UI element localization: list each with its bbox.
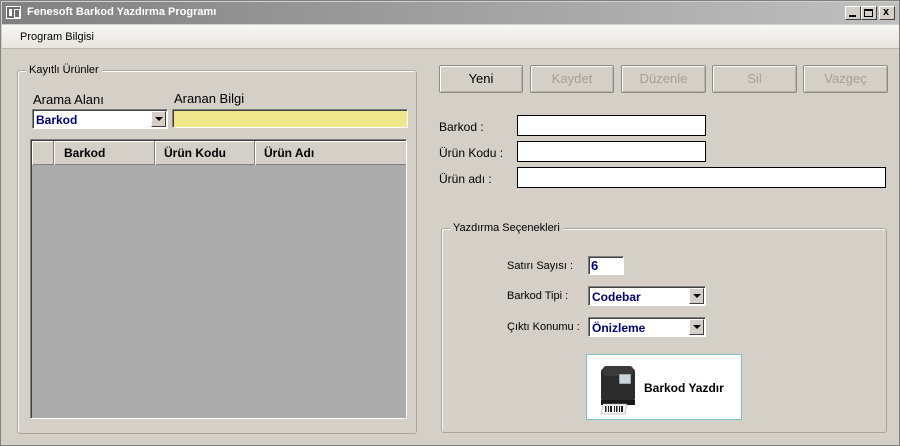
product-code-field-box	[517, 141, 706, 162]
output-select[interactable]: Önizleme	[588, 317, 706, 337]
window-title: Fenesoft Barkod Yazdırma Programı	[27, 6, 217, 18]
save-button[interactable]: Kaydet	[530, 65, 614, 93]
products-group-legend: Kayıtlı Ürünler	[26, 64, 102, 76]
product-name-label: Ürün adı :	[439, 172, 492, 186]
column-header-label: Ürün Kodu	[164, 146, 226, 160]
new-button[interactable]: Yeni	[439, 65, 523, 93]
menu-item-program-info[interactable]: Program Bilgisi	[20, 31, 94, 43]
product-code-label: Ürün Kodu :	[439, 146, 504, 160]
print-options-legend: Yazdırma Seçenekleri	[450, 222, 563, 234]
chevron-down-icon[interactable]	[151, 111, 166, 127]
maximize-button[interactable]	[861, 6, 877, 20]
products-table[interactable]: Barkod Ürün Kodu Ürün Adı	[30, 139, 407, 419]
minimize-button[interactable]	[845, 6, 861, 20]
title-bar[interactable]: Fenesoft Barkod Yazdırma Programı x	[2, 2, 899, 24]
column-header-label: Barkod	[64, 146, 106, 160]
product-name-field-box	[517, 167, 886, 188]
search-field-select-value: Barkod	[36, 113, 78, 127]
barcode-printer-icon	[600, 366, 635, 415]
column-header-product-name[interactable]: Ürün Adı	[255, 141, 406, 165]
column-header-barcode[interactable]: Barkod	[54, 141, 155, 165]
chevron-down-icon[interactable]	[689, 288, 704, 304]
line-count-field[interactable]	[589, 257, 623, 274]
main-window: Fenesoft Barkod Yazdırma Programı x Prog…	[0, 0, 900, 446]
line-count-field-box	[588, 256, 624, 275]
row-header-corner	[32, 141, 54, 165]
print-barcode-label: Barkod Yazdır	[644, 381, 724, 395]
barcode-type-label: Barkod Tipi :	[507, 290, 569, 302]
output-select-value: Önizleme	[592, 321, 646, 335]
column-header-product-code[interactable]: Ürün Kodu	[155, 141, 255, 165]
app-window-icon	[6, 6, 21, 19]
menu-bar: Program Bilgisi	[2, 25, 899, 49]
barcode-type-select-value: Codebar	[592, 290, 641, 304]
maximize-icon	[864, 9, 873, 17]
minimize-icon	[849, 15, 856, 17]
chevron-down-icon[interactable]	[689, 319, 704, 335]
search-input[interactable]	[172, 109, 408, 128]
cancel-button[interactable]: Vazgeç	[803, 65, 888, 93]
barcode-field-box	[517, 115, 706, 136]
output-label: Çıktı Konumu :	[507, 321, 580, 333]
barcode-label: Barkod :	[439, 120, 484, 134]
delete-button[interactable]: Sil	[712, 65, 797, 93]
product-name-field[interactable]	[518, 168, 885, 187]
barcode-field[interactable]	[518, 116, 705, 135]
search-field-select[interactable]: Barkod	[32, 109, 168, 129]
search-value-label: Aranan Bilgi	[174, 91, 245, 106]
close-button[interactable]: x	[879, 6, 895, 20]
close-icon: x	[883, 6, 890, 18]
column-header-label: Ürün Adı	[264, 146, 315, 160]
search-field-label: Arama Alanı	[33, 92, 104, 107]
table-header: Barkod Ürün Kodu Ürün Adı	[32, 141, 406, 165]
barcode-type-select[interactable]: Codebar	[588, 286, 706, 306]
print-barcode-button[interactable]: Barkod Yazdır	[586, 354, 742, 420]
edit-button[interactable]: Düzenle	[621, 65, 706, 93]
product-code-field[interactable]	[518, 142, 705, 161]
line-count-label: Satırı Sayısı :	[507, 260, 574, 272]
